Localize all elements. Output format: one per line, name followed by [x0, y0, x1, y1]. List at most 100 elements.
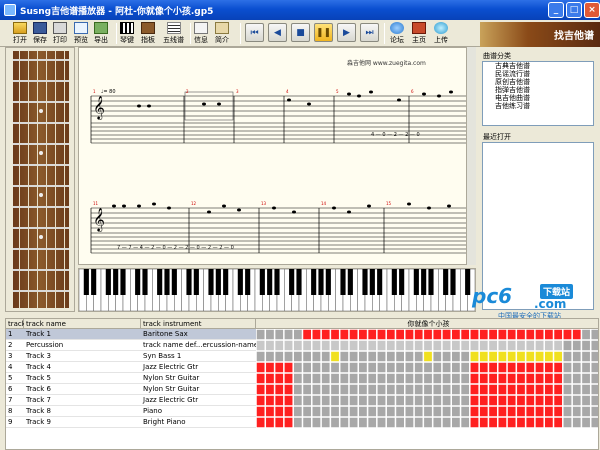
stop-button[interactable]: ■	[291, 23, 310, 42]
piano-keyboard[interactable]	[78, 268, 476, 312]
note-head	[137, 204, 141, 208]
track-name-cell: Percussion	[26, 341, 64, 349]
forum-button[interactable]: 论坛	[390, 22, 404, 45]
black-key	[311, 269, 317, 295]
black-key	[421, 269, 427, 295]
track-row[interactable]: 4 Track 4 Jazz Electric Gtr	[6, 362, 256, 373]
pattern-cell	[507, 417, 517, 428]
intro-button[interactable]: 简介	[215, 22, 229, 45]
pattern-cell	[377, 329, 386, 340]
guitar-string	[46, 51, 47, 308]
close-button[interactable]: ×	[584, 2, 600, 18]
score-scrollbar[interactable]	[466, 47, 476, 265]
category-original[interactable]: 原创吉他谱	[483, 78, 593, 86]
fretboard-icon	[141, 22, 155, 34]
title-bar: Susng吉他谱播放器 - 阿杜-你就像个小孩.gp5 _ □ ×	[0, 0, 600, 20]
pattern-cell	[488, 406, 498, 417]
header-track-name[interactable]: track name	[24, 319, 141, 329]
track-row[interactable]: 7 Track 7 Jazz Electric Gtr	[6, 395, 256, 406]
pattern-cell	[442, 329, 451, 340]
maximize-button[interactable]: □	[566, 2, 582, 18]
track-row[interactable]: 9 Track 9 Bright Piano	[6, 417, 256, 428]
info-button[interactable]: 信息	[194, 22, 208, 45]
track-name-cell: Track 7	[26, 396, 51, 404]
pattern-cell	[265, 406, 275, 417]
pattern-cell	[590, 406, 598, 417]
track-row[interactable]: 8 Track 8 Piano	[6, 406, 256, 417]
note-head	[332, 206, 336, 210]
last-measure-button[interactable]: ⏭	[360, 23, 379, 42]
pattern-cell	[563, 417, 572, 428]
next-measure-button[interactable]: ▶	[337, 23, 356, 42]
pattern-cell	[302, 340, 312, 351]
pattern-cell	[339, 395, 349, 406]
pattern-cell	[581, 384, 591, 395]
track-row[interactable]: 5 Track 5 Nylon Str Guitar	[6, 373, 256, 384]
open-button[interactable]: 打开	[13, 22, 27, 45]
pattern-cell	[405, 373, 414, 384]
fretboard-button[interactable]: 指板	[141, 22, 155, 45]
save-button[interactable]: 保存	[33, 22, 47, 45]
pattern-cell	[590, 395, 598, 406]
pattern-cell	[405, 329, 414, 340]
first-measure-button[interactable]: ⏮	[245, 23, 264, 42]
black-key	[428, 269, 434, 295]
category-electric[interactable]: 电吉他曲谱	[483, 94, 593, 102]
pattern-cell	[590, 384, 598, 395]
track-row[interactable]: 6 Track 6 Nylon Str Guitar	[6, 384, 256, 395]
pattern-cell	[553, 384, 563, 395]
pattern-cell	[423, 362, 433, 373]
preview-button[interactable]: 预览	[74, 22, 88, 45]
track-row[interactable]: 1 Track 1 Baritone Sax	[6, 329, 256, 340]
track-row[interactable]: 2 Percussion track name def...ercussion-na…	[6, 340, 256, 351]
black-key	[157, 269, 163, 295]
pattern-cell	[488, 340, 498, 351]
pattern-cell	[284, 351, 293, 362]
measure-number: 14	[321, 201, 327, 206]
pattern-cell	[339, 340, 349, 351]
pattern-cell	[590, 373, 598, 384]
info-icon	[194, 22, 208, 34]
pattern-cell	[516, 417, 526, 428]
site-banner[interactable]: 找吉他谱	[480, 22, 600, 47]
header-track-instrument[interactable]: track instrument	[141, 319, 256, 329]
pattern-cell	[377, 373, 386, 384]
black-key	[164, 269, 170, 295]
header-track-num[interactable]: track	[6, 319, 26, 329]
pattern-cell	[377, 362, 386, 373]
pattern-cell	[525, 329, 535, 340]
black-key	[289, 269, 295, 295]
track-row[interactable]: 3 Track 3 Syn Bass 1	[6, 351, 256, 362]
upload-button[interactable]: 上传	[434, 22, 448, 45]
pattern-cell	[497, 373, 507, 384]
note-head	[152, 202, 156, 206]
track-pattern-grid[interactable]	[256, 329, 599, 450]
black-key	[208, 269, 214, 295]
prev-measure-button[interactable]: ◀	[268, 23, 287, 42]
category-title: 曲谱分类	[483, 52, 511, 60]
pattern-cell	[442, 384, 451, 395]
pc6-watermark: pc6 下载站 .com 中国最安全的下载站	[470, 282, 600, 322]
pattern-cell	[470, 395, 479, 406]
piano-button[interactable]: 琴键	[120, 22, 134, 45]
black-key	[142, 269, 148, 295]
print-button[interactable]: 打印	[53, 22, 67, 45]
category-fingerstyle[interactable]: 指弹吉他谱	[483, 86, 593, 94]
pattern-cell	[544, 406, 554, 417]
category-classical[interactable]: 古典吉他谱	[483, 62, 593, 70]
home-button[interactable]: 主页	[412, 22, 426, 45]
category-folk-pop[interactable]: 民谣流行谱	[483, 70, 593, 78]
minimize-button[interactable]: _	[548, 2, 564, 18]
pattern-cell	[284, 417, 293, 428]
print-icon	[53, 22, 67, 34]
export-button[interactable]: 导出	[94, 22, 108, 45]
pattern-cell	[395, 406, 405, 417]
pattern-cell	[460, 384, 470, 395]
pause-button[interactable]: ❚❚	[314, 23, 333, 42]
staff-button[interactable]: 五线谱	[163, 22, 184, 45]
pattern-cell	[497, 395, 507, 406]
category-practice[interactable]: 吉他练习谱	[483, 102, 593, 110]
track-instrument-cell: Nylon Str Guitar	[143, 374, 200, 382]
pattern-cell	[321, 395, 331, 406]
score-view[interactable]: 淼吉他网 www.zuegita.com ♩= 80 4 — 0 — 2 — 2…	[78, 47, 476, 265]
